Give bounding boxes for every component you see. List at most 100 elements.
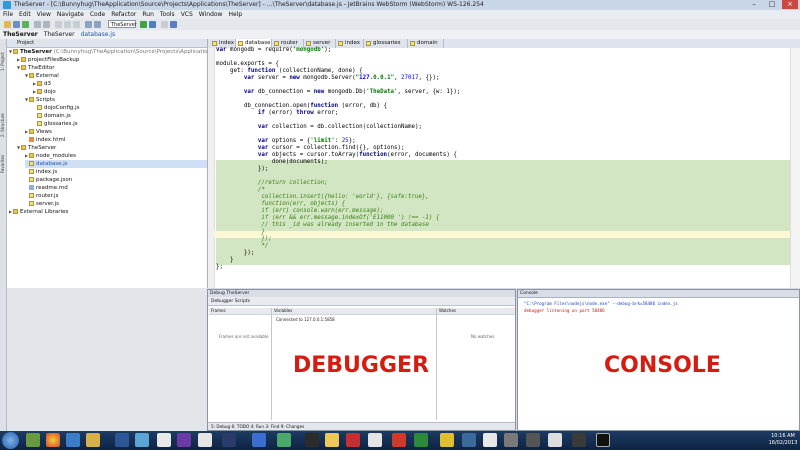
tree-item[interactable]: ▼ TheServer	[17, 144, 207, 152]
settings-icon[interactable]	[161, 21, 168, 28]
breadcrumb-folder[interactable]: TheServer	[41, 30, 78, 39]
menu-tools[interactable]: Tools	[157, 10, 178, 19]
debugger-toolbar[interactable]: Debugger Scripts	[208, 297, 515, 306]
ie-icon[interactable]	[66, 433, 80, 447]
menu-vcs[interactable]: VCS	[178, 10, 196, 19]
tree-item[interactable]: ▼ External	[25, 72, 207, 80]
tree-item[interactable]: index.js	[25, 168, 207, 176]
copy-icon[interactable]	[64, 21, 71, 28]
cmd-icon[interactable]	[596, 433, 610, 447]
menu-code[interactable]: Code	[87, 10, 108, 19]
app-icon-green[interactable]	[277, 433, 291, 447]
app-icon-h[interactable]	[26, 433, 40, 447]
console-annotation: CONSOLE	[604, 353, 721, 378]
tree-item[interactable]: dojoConfig.js	[33, 104, 207, 112]
close-button[interactable]: ×	[782, 0, 798, 9]
editor-scrollbar[interactable]	[790, 48, 800, 288]
app-icon-box[interactable]	[198, 433, 212, 447]
tree-item[interactable]: ▼ TheServer (C:\Bunnyhug\TheApplication\S…	[9, 48, 246, 56]
menu-view[interactable]: View	[34, 10, 54, 19]
menu-help[interactable]: Help	[225, 10, 245, 19]
app-icon-sign[interactable]	[440, 433, 454, 447]
tree-item[interactable]: ▼ TheEditor	[17, 64, 207, 72]
app-icon-blue[interactable]	[135, 433, 149, 447]
redo-icon[interactable]	[43, 21, 50, 28]
tab-domain[interactable]: domain	[408, 39, 444, 48]
editor-gutter[interactable]	[208, 48, 215, 288]
debug-icon[interactable]	[149, 21, 156, 28]
tree-item[interactable]: ▶ node_modules	[25, 152, 207, 160]
undo-icon[interactable]	[34, 21, 41, 28]
app-icon-light[interactable]	[368, 433, 382, 447]
tool-window-bar[interactable]: 5: Debug 6: TODO 4: Run 3: Find 9: Chang…	[208, 422, 515, 430]
webstorm-taskbar-icon[interactable]	[252, 433, 266, 447]
app-icon-window[interactable]	[548, 433, 562, 447]
save-icon[interactable]	[13, 21, 20, 28]
tree-item[interactable]: database.js	[25, 160, 207, 168]
help-icon[interactable]	[170, 21, 177, 28]
menu-edit[interactable]: Edit	[16, 10, 34, 19]
breadcrumb-root[interactable]: TheServer	[0, 30, 41, 39]
photoshop-icon[interactable]	[222, 433, 236, 447]
visual-studio-icon[interactable]	[177, 433, 191, 447]
open-icon[interactable]	[4, 21, 11, 28]
tree-item[interactable]: ▶ Views	[25, 128, 207, 136]
tree-item[interactable]: glossaries.js	[33, 120, 207, 128]
paste-icon[interactable]	[73, 21, 80, 28]
tab-glossaries[interactable]: glossaries	[364, 39, 408, 48]
tree-item-label: dojoConfig.js	[44, 105, 80, 111]
tree-item[interactable]: ▶ projectFilesBackup	[17, 56, 207, 64]
app-icon-folder[interactable]	[462, 433, 476, 447]
app-icon-dark[interactable]	[305, 433, 319, 447]
tree-item[interactable]: package.json	[25, 176, 207, 184]
app-icon-red[interactable]	[346, 433, 360, 447]
tree-item[interactable]: ▶ dojo	[33, 88, 207, 96]
app-icon-white[interactable]	[157, 433, 171, 447]
run-config-select[interactable]: TheServer	[108, 20, 137, 28]
start-button[interactable]	[2, 432, 19, 449]
minimize-button[interactable]: –	[746, 0, 762, 9]
folder-icon	[29, 97, 34, 102]
app-icon-yellow[interactable]	[325, 433, 339, 447]
app-icon-doc[interactable]	[483, 433, 497, 447]
chrome-icon[interactable]	[46, 433, 60, 447]
tab-index[interactable]: index	[336, 39, 364, 48]
tree-item[interactable]: ▼ Scripts	[25, 96, 207, 104]
structure-tool-button[interactable]: 2: Structure	[0, 103, 6, 137]
app-icon-gray[interactable]	[504, 433, 518, 447]
run-icon[interactable]	[140, 21, 147, 28]
app-icon-terminal[interactable]	[572, 433, 586, 447]
word-icon[interactable]	[115, 433, 129, 447]
cut-icon[interactable]	[55, 21, 62, 28]
app-icon-camera[interactable]	[526, 433, 540, 447]
variables-item[interactable]: Connected to 127.0.0.1:5858	[276, 317, 335, 322]
menu-window[interactable]: Window	[196, 10, 226, 19]
menu-refactor[interactable]: Refactor	[108, 10, 139, 19]
app-icon-orange[interactable]	[392, 433, 406, 447]
code-line: // this _id was already inserted in the …	[216, 222, 429, 228]
tree-item[interactable]: index.html	[25, 136, 207, 144]
sync-icon[interactable]	[22, 21, 29, 28]
tree-item[interactable]: server.js	[25, 200, 207, 208]
favorites-tool-button[interactable]: Favorites	[0, 143, 6, 173]
tree-item[interactable]: ▶ External Libraries	[9, 208, 207, 216]
tab-label: database	[245, 40, 271, 46]
menu-run[interactable]: Run	[139, 10, 157, 19]
menu-file[interactable]: File	[0, 10, 16, 19]
explorer-icon[interactable]	[86, 433, 100, 447]
find-icon[interactable]	[85, 21, 92, 28]
project-tool-button[interactable]: 1: Project	[0, 41, 6, 71]
file-icon	[37, 105, 42, 110]
app-icon-green-2[interactable]	[414, 433, 428, 447]
system-clock[interactable]: 10:16 AM 16/02/2013	[768, 433, 798, 447]
code-line: db_connection.open(function (error, db) …	[216, 103, 388, 109]
replace-icon[interactable]	[94, 21, 101, 28]
maximize-button[interactable]: □	[764, 0, 780, 9]
tree-item[interactable]: router.js	[25, 192, 207, 200]
code-editor[interactable]: var mongodb = require('mongodb'); module.…	[208, 47, 800, 288]
tree-item[interactable]: ▶ d3	[33, 80, 207, 88]
tree-item[interactable]: domain.js	[33, 112, 207, 120]
menu-navigate[interactable]: Navigate	[54, 10, 87, 19]
tree-item[interactable]: readme.md	[25, 184, 207, 192]
breadcrumb-file[interactable]: database.js	[78, 30, 119, 39]
